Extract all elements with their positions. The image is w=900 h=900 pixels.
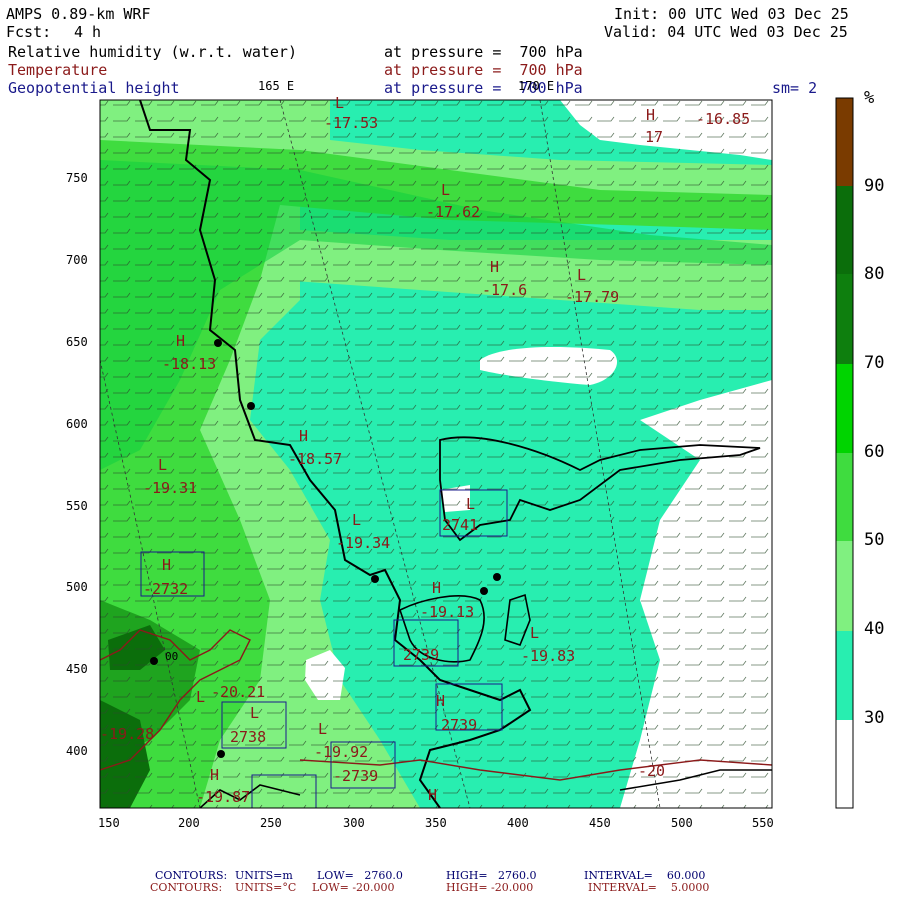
high-marker: H [428,786,437,804]
temp-label: -19.13 [420,603,474,621]
high-marker: H [436,692,445,710]
colorbar-band-80-90 [836,186,853,274]
temp-label: -19.87 [196,788,250,806]
colorbar-label: 80 [864,264,885,284]
colorbar-band-50-60 [836,453,853,541]
temp-label: -17.79 [565,288,619,306]
station-dot [150,657,158,665]
height-label: 2739 [441,716,477,734]
y-tick-label: 450 [66,662,88,676]
temp-label: -17.53 [324,114,378,132]
temp-label: -18.13 [162,355,216,373]
y-tick-label: 700 [66,253,88,267]
temp-label: -19.31 [143,479,197,497]
x-tick-label: 400 [507,816,529,830]
colorbar-band-0-30 [836,720,853,808]
colorbar-label: 30 [864,708,885,728]
low-marker: L [530,624,539,642]
x-tick-label: 500 [671,816,693,830]
station-dot [217,750,225,758]
footer-line2-low: LOW= -20.000 [312,881,395,894]
station-dot [480,587,488,595]
high-marker: H [210,766,219,784]
colorbar-band-90-100 [836,98,853,186]
low-marker: L [250,704,259,722]
temp-label: 17 [645,128,663,146]
colorbar-label: 50 [864,530,885,550]
temp-label: -19.92 [314,743,368,761]
x-tick-label: 150 [98,816,120,830]
y-tick-label: 650 [66,335,88,349]
colorbar-label: 60 [864,442,885,462]
y-tick-label: 500 [66,580,88,594]
y-tick-label: 750 [66,171,88,185]
low-marker: L [158,456,167,474]
x-tick-label: 300 [343,816,365,830]
y-tick-label: 400 [66,744,88,758]
y-tick-label: 550 [66,499,88,513]
low-marker: L [466,495,475,513]
high-marker: H [432,579,441,597]
height-label: 2741 [442,516,478,534]
high-marker: H [646,106,655,124]
colorbar-band-70-80 [836,274,853,364]
temp-label: -16.85 [696,110,750,128]
colorbar-band-30-40 [836,631,853,720]
x-tick-label: 550 [752,816,774,830]
low-marker: L [352,511,361,529]
colorbar-label: 40 [864,619,885,639]
temp-label: -17.6 [482,281,527,299]
footer-line2-high: HIGH= -20.000 [446,881,534,894]
low-marker: L [196,688,205,706]
temp-label: -20 [638,762,665,780]
low-marker: L [577,266,586,284]
station-dot [214,339,222,347]
temp-label: -19.34 [336,534,390,552]
station-dot [247,402,255,410]
x-tick-label: 200 [178,816,200,830]
temp-label: -20.21 [211,683,265,701]
y-tick-label: 600 [66,417,88,431]
colorbar [835,97,854,809]
high-marker: H [162,556,171,574]
x-tick-label: 450 [589,816,611,830]
low-marker: L [318,720,327,738]
colorbar-label: 90 [864,176,885,196]
height-label: 2738 [230,728,266,746]
station-dot [371,575,379,583]
map-canvas: -17.53 -16.85 17 -17.62 -17.6 -17.79 -18… [99,94,854,809]
footer-line2-interval: INTERVAL= 5.0000 [588,881,710,894]
colorbar-band-60-70 [836,364,853,453]
high-marker: H [490,258,499,276]
high-marker: H [299,427,308,445]
colorbar-band-40-50 [836,541,853,631]
station-dot [493,573,501,581]
low-marker: L [335,94,344,112]
temp-label: -19.83 [521,647,575,665]
misc-label: 00 [165,650,178,663]
colorbar-label: 70 [864,353,885,373]
height-label: -2739 [333,767,378,785]
footer-line2-label: CONTOURS: [150,881,223,894]
height-label: 2739 [403,646,439,664]
high-marker: H [176,332,185,350]
footer-line2-units: UNITS=°C [235,881,297,894]
x-tick-label: 350 [425,816,447,830]
temp-label: -17.62 [426,203,480,221]
x-tick-label: 250 [260,816,282,830]
colorbar-unit: % [864,88,875,108]
temp-label: -19.28 [100,725,154,743]
temp-label: -18.57 [288,450,342,468]
height-label: -2732 [143,580,188,598]
low-marker: L [441,181,450,199]
